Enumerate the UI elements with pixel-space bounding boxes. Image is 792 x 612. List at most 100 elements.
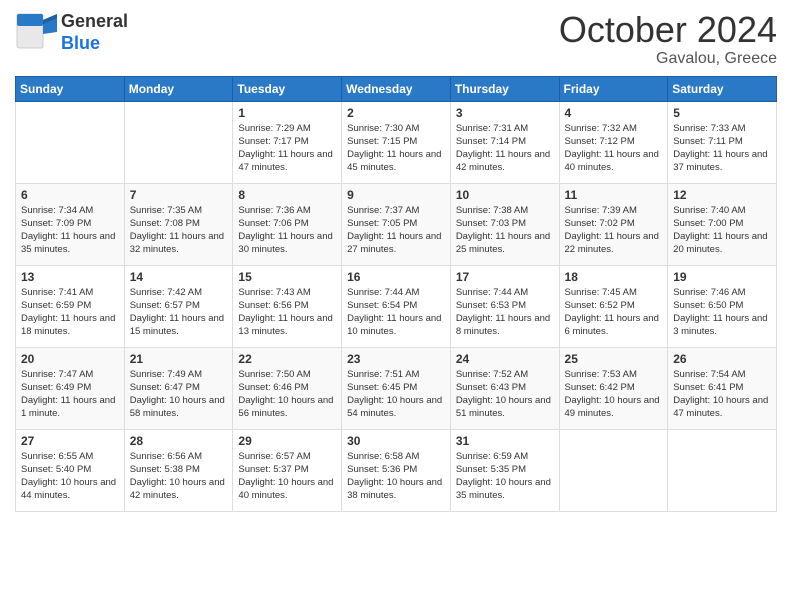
day-info: Sunrise: 7:43 AM Sunset: 6:56 PM Dayligh… [238, 286, 336, 339]
day-number: 22 [238, 352, 336, 366]
day-number: 13 [21, 270, 119, 284]
header-monday: Monday [124, 76, 233, 101]
day-number: 4 [565, 106, 663, 120]
day-cell-2-2: 15 Sunrise: 7:43 AM Sunset: 6:56 PM Dayli… [233, 265, 342, 347]
day-info: Sunrise: 7:52 AM Sunset: 6:43 PM Dayligh… [456, 368, 554, 421]
day-info: Sunrise: 7:41 AM Sunset: 6:59 PM Dayligh… [21, 286, 119, 339]
day-cell-0-1 [124, 101, 233, 183]
day-cell-1-5: 11 Sunrise: 7:39 AM Sunset: 7:02 PM Dayli… [559, 183, 668, 265]
day-number: 21 [130, 352, 228, 366]
day-info: Sunrise: 7:44 AM Sunset: 6:53 PM Dayligh… [456, 286, 554, 339]
day-number: 5 [673, 106, 771, 120]
day-info: Sunrise: 7:39 AM Sunset: 7:02 PM Dayligh… [565, 204, 663, 257]
day-info: Sunrise: 7:47 AM Sunset: 6:49 PM Dayligh… [21, 368, 119, 421]
day-cell-0-3: 2 Sunrise: 7:30 AM Sunset: 7:15 PM Daylig… [342, 101, 451, 183]
header-sunday: Sunday [16, 76, 125, 101]
day-info: Sunrise: 7:53 AM Sunset: 6:42 PM Dayligh… [565, 368, 663, 421]
day-cell-4-4: 31 Sunrise: 6:59 AM Sunset: 5:35 PM Dayli… [450, 429, 559, 511]
day-number: 18 [565, 270, 663, 284]
day-number: 24 [456, 352, 554, 366]
day-info: Sunrise: 6:56 AM Sunset: 5:38 PM Dayligh… [130, 450, 228, 503]
day-cell-0-6: 5 Sunrise: 7:33 AM Sunset: 7:11 PM Daylig… [668, 101, 777, 183]
day-info: Sunrise: 7:51 AM Sunset: 6:45 PM Dayligh… [347, 368, 445, 421]
day-info: Sunrise: 7:38 AM Sunset: 7:03 PM Dayligh… [456, 204, 554, 257]
day-info: Sunrise: 6:59 AM Sunset: 5:35 PM Dayligh… [456, 450, 554, 503]
day-number: 30 [347, 434, 445, 448]
title-section: October 2024 Gavalou, Greece [559, 10, 777, 68]
day-info: Sunrise: 7:42 AM Sunset: 6:57 PM Dayligh… [130, 286, 228, 339]
day-number: 17 [456, 270, 554, 284]
day-info: Sunrise: 7:50 AM Sunset: 6:46 PM Dayligh… [238, 368, 336, 421]
day-cell-4-0: 27Sunrise: 6:55 AM Sunset: 5:40 PM Dayli… [16, 429, 125, 511]
logo: General Blue [15, 10, 128, 55]
header-saturday: Saturday [668, 76, 777, 101]
day-cell-4-6 [668, 429, 777, 511]
calendar-page: General Blue October 2024 Gavalou, Greec… [0, 0, 792, 612]
day-cell-2-4: 17 Sunrise: 7:44 AM Sunset: 6:53 PM Dayli… [450, 265, 559, 347]
day-cell-1-4: 10 Sunrise: 7:38 AM Sunset: 7:03 PM Dayli… [450, 183, 559, 265]
day-number: 27 [21, 434, 119, 448]
day-info: Sunrise: 7:36 AM Sunset: 7:06 PM Dayligh… [238, 204, 336, 257]
day-cell-1-6: 12 Sunrise: 7:40 AM Sunset: 7:00 PM Dayli… [668, 183, 777, 265]
day-cell-3-2: 22 Sunrise: 7:50 AM Sunset: 6:46 PM Dayli… [233, 347, 342, 429]
day-number: 7 [130, 188, 228, 202]
day-number: 10 [456, 188, 554, 202]
day-cell-3-6: 26 Sunrise: 7:54 AM Sunset: 6:41 PM Dayli… [668, 347, 777, 429]
day-number: 1 [238, 106, 336, 120]
day-number: 28 [130, 434, 228, 448]
day-cell-4-5 [559, 429, 668, 511]
header-thursday: Thursday [450, 76, 559, 101]
day-number: 25 [565, 352, 663, 366]
day-info: Sunrise: 7:49 AM Sunset: 6:47 PM Dayligh… [130, 368, 228, 421]
day-cell-1-1: 7 Sunrise: 7:35 AM Sunset: 7:08 PM Daylig… [124, 183, 233, 265]
logo-icon [15, 12, 57, 55]
day-cell-3-0: 20 Sunrise: 7:47 AM Sunset: 6:49 PM Dayli… [16, 347, 125, 429]
day-cell-4-1: 28 Sunrise: 6:56 AM Sunset: 5:38 PM Dayli… [124, 429, 233, 511]
weekday-header-row: Sunday Monday Tuesday Wednesday Thursday… [16, 76, 777, 101]
day-number: 15 [238, 270, 336, 284]
day-number: 26 [673, 352, 771, 366]
day-cell-4-2: 29Sunrise: 6:57 AM Sunset: 5:37 PM Dayli… [233, 429, 342, 511]
day-cell-2-6: 19Sunrise: 7:46 AM Sunset: 6:50 PM Dayli… [668, 265, 777, 347]
logo-blue: Blue [61, 33, 128, 55]
header-friday: Friday [559, 76, 668, 101]
day-number: 20 [21, 352, 119, 366]
day-number: 11 [565, 188, 663, 202]
day-number: 23 [347, 352, 445, 366]
logo-text: General Blue [61, 11, 128, 54]
day-info: Sunrise: 7:40 AM Sunset: 7:00 PM Dayligh… [673, 204, 771, 257]
day-number: 14 [130, 270, 228, 284]
day-cell-2-0: 13 Sunrise: 7:41 AM Sunset: 6:59 PM Dayli… [16, 265, 125, 347]
day-info: Sunrise: 7:45 AM Sunset: 6:52 PM Dayligh… [565, 286, 663, 339]
day-cell-3-4: 24 Sunrise: 7:52 AM Sunset: 6:43 PM Dayli… [450, 347, 559, 429]
day-info: Sunrise: 7:33 AM Sunset: 7:11 PM Dayligh… [673, 122, 771, 175]
day-info: Sunrise: 7:44 AM Sunset: 6:54 PM Dayligh… [347, 286, 445, 339]
calendar-table: Sunday Monday Tuesday Wednesday Thursday… [15, 76, 777, 512]
day-info: Sunrise: 7:34 AM Sunset: 7:09 PM Dayligh… [21, 204, 119, 257]
day-number: 3 [456, 106, 554, 120]
day-number: 19 [673, 270, 771, 284]
week-row-3: 13 Sunrise: 7:41 AM Sunset: 6:59 PM Dayli… [16, 265, 777, 347]
logo-general: General [61, 11, 128, 33]
day-info: Sunrise: 6:58 AM Sunset: 5:36 PM Dayligh… [347, 450, 445, 503]
day-cell-2-5: 18 Sunrise: 7:45 AM Sunset: 6:52 PM Dayli… [559, 265, 668, 347]
day-number: 16 [347, 270, 445, 284]
day-cell-3-5: 25 Sunrise: 7:53 AM Sunset: 6:42 PM Dayli… [559, 347, 668, 429]
day-info: Sunrise: 7:29 AM Sunset: 7:17 PM Dayligh… [238, 122, 336, 175]
day-cell-4-3: 30 Sunrise: 6:58 AM Sunset: 5:36 PM Dayli… [342, 429, 451, 511]
header-tuesday: Tuesday [233, 76, 342, 101]
day-number: 6 [21, 188, 119, 202]
day-cell-3-1: 21 Sunrise: 7:49 AM Sunset: 6:47 PM Dayli… [124, 347, 233, 429]
day-number: 31 [456, 434, 554, 448]
day-number: 2 [347, 106, 445, 120]
day-number: 29 [238, 434, 336, 448]
day-number: 9 [347, 188, 445, 202]
day-cell-3-3: 23 Sunrise: 7:51 AM Sunset: 6:45 PM Dayli… [342, 347, 451, 429]
header: General Blue October 2024 Gavalou, Greec… [15, 10, 777, 68]
day-info: Sunrise: 7:54 AM Sunset: 6:41 PM Dayligh… [673, 368, 771, 421]
week-row-4: 20 Sunrise: 7:47 AM Sunset: 6:49 PM Dayli… [16, 347, 777, 429]
day-info: Sunrise: 7:30 AM Sunset: 7:15 PM Dayligh… [347, 122, 445, 175]
day-info: Sunrise: 7:35 AM Sunset: 7:08 PM Dayligh… [130, 204, 228, 257]
day-number: 12 [673, 188, 771, 202]
day-cell-1-0: 6 Sunrise: 7:34 AM Sunset: 7:09 PM Daylig… [16, 183, 125, 265]
